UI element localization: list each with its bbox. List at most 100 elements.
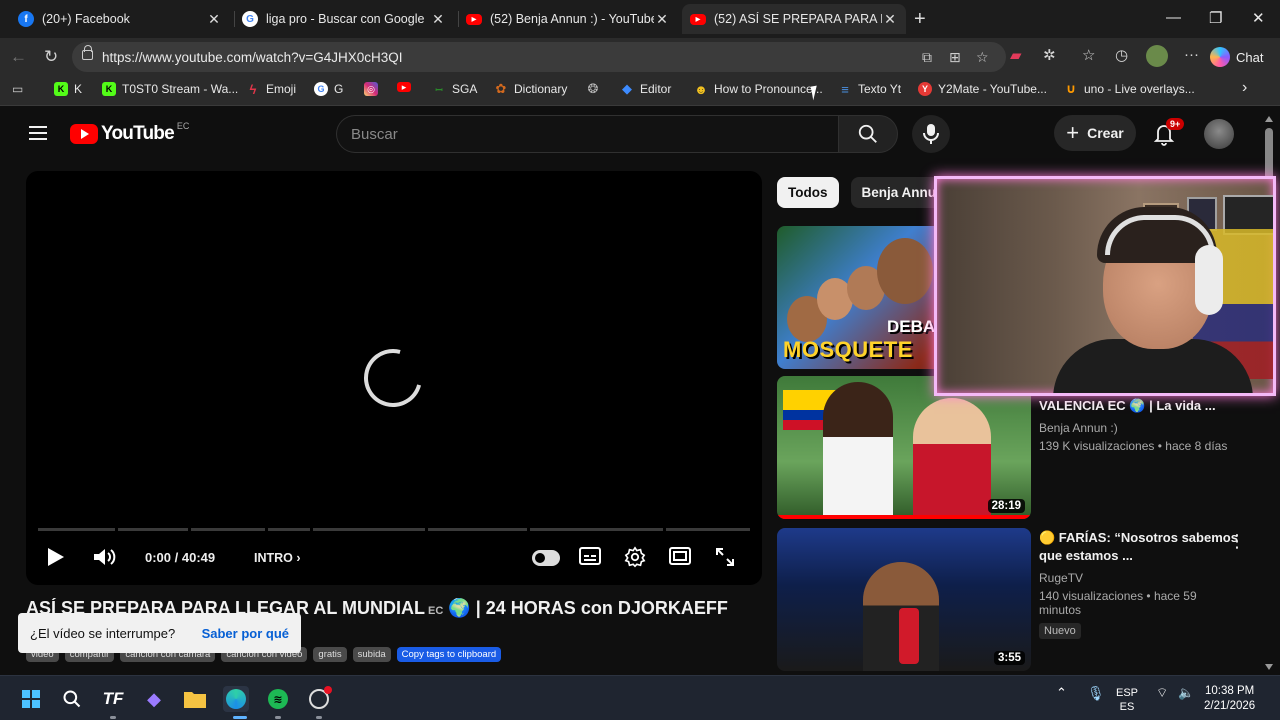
youtube-icon: ▸ bbox=[690, 13, 706, 25]
volume-button[interactable] bbox=[92, 546, 118, 568]
bookmark-texto-yt[interactable]: ≡ Texto Yt bbox=[838, 82, 901, 97]
tab-google-search[interactable]: G liga pro - Buscar con Google ✕ bbox=[234, 4, 454, 34]
more-actions-icon[interactable]: ⋮ bbox=[1228, 531, 1246, 552]
restore-icon[interactable]: ❐ bbox=[1209, 9, 1222, 27]
recommendation-title[interactable]: 🟡 FARÍAS: “Nosotros sabemos que estamos … bbox=[1039, 529, 1239, 565]
search-input[interactable]: Buscar bbox=[336, 115, 838, 153]
bookmark-youtube[interactable]: ▸ bbox=[397, 82, 417, 92]
uno-icon: ∪ bbox=[1065, 81, 1077, 96]
settings-button[interactable] bbox=[624, 546, 646, 568]
recommendation-title[interactable]: VALENCIA EC 🌍 | La vida ... bbox=[1039, 397, 1239, 415]
autoplay-toggle[interactable] bbox=[532, 550, 560, 566]
notification-count-badge: 9+ bbox=[1166, 118, 1185, 130]
obs-icon[interactable] bbox=[306, 686, 332, 712]
new-tab-icon[interactable]: + bbox=[914, 8, 926, 31]
scroll-down-icon[interactable] bbox=[1265, 664, 1273, 670]
bookmark-emoji[interactable]: ϟ Emoji bbox=[246, 82, 296, 97]
close-tab-icon[interactable]: ✕ bbox=[882, 11, 898, 28]
apps-icon[interactable]: ⊞ bbox=[949, 49, 961, 66]
create-button[interactable]: + Crear bbox=[1054, 115, 1136, 151]
tag[interactable]: gratis bbox=[313, 647, 347, 662]
chip-all[interactable]: Todos bbox=[777, 177, 839, 208]
recommendation-thumbnail[interactable]: 28:19 bbox=[777, 376, 1031, 519]
translate-icon[interactable]: ⧉ bbox=[922, 49, 932, 66]
voice-search-button[interactable] bbox=[912, 115, 950, 153]
bookmark-g[interactable]: GG bbox=[314, 82, 343, 96]
tab-youtube-channel[interactable]: ▸ (52) Benja Annun :) - YouTube ✕ bbox=[458, 4, 678, 34]
user-avatar[interactable] bbox=[1204, 119, 1234, 149]
close-window-icon[interactable]: ✕ bbox=[1252, 9, 1265, 27]
show-hidden-icons-icon[interactable]: ⌃ bbox=[1056, 686, 1067, 700]
bookmark-editor[interactable]: ◆ Editor bbox=[620, 81, 671, 96]
subtitles-button[interactable] bbox=[578, 546, 602, 566]
copy-tags-button[interactable]: Copy tags to clipboard bbox=[396, 647, 502, 662]
tf-app-icon[interactable]: TF bbox=[100, 686, 126, 712]
video-player[interactable]: 0:00 / 40:49 INTRO › bbox=[26, 171, 762, 585]
scroll-up-icon[interactable] bbox=[1265, 116, 1273, 122]
globe-icon: 🌍 bbox=[448, 598, 471, 618]
more-menu-icon[interactable]: ··· bbox=[1184, 46, 1199, 63]
recommendation-meta: VALENCIA EC 🌍 | La vida ... Benja Annun … bbox=[1039, 397, 1239, 453]
microphone-tray-icon[interactable]: 🎙 bbox=[1087, 686, 1105, 700]
bookmark-openai[interactable]: ❂ bbox=[586, 81, 606, 96]
theater-icon bbox=[669, 547, 691, 565]
ai-app-icon[interactable]: ◆ bbox=[141, 686, 167, 712]
channel-name[interactable]: RugeTV bbox=[1039, 571, 1239, 585]
bookmark-tosto-stream[interactable]: K T0ST0 Stream - Wa... bbox=[102, 82, 238, 96]
lock-icon bbox=[82, 45, 93, 60]
tab-title: (20+) Facebook bbox=[42, 12, 130, 26]
wifi-icon[interactable]: ⌔ bbox=[1156, 686, 1168, 700]
history-icon[interactable]: ◷ bbox=[1115, 46, 1128, 64]
tag[interactable]: subida bbox=[352, 647, 391, 662]
favorites-icon[interactable]: ☆ bbox=[1082, 46, 1095, 64]
search-icon bbox=[858, 124, 877, 143]
back-icon[interactable]: ← bbox=[10, 47, 27, 67]
learn-why-link[interactable]: Saber por qué bbox=[202, 626, 289, 641]
profile-icon[interactable] bbox=[1146, 45, 1168, 67]
edge-browser-icon[interactable] bbox=[223, 686, 249, 712]
speaker-icon[interactable]: 🔈 bbox=[1178, 686, 1194, 700]
spotify-icon[interactable]: ≋ bbox=[265, 686, 291, 712]
bookmark-how-to-pronounce[interactable]: ☻ How to Pronounce... bbox=[694, 81, 823, 97]
system-clock[interactable]: 10:38 PM 2/21/2026 bbox=[1204, 684, 1255, 714]
minimize-icon[interactable]: — bbox=[1166, 9, 1181, 26]
theater-mode-button[interactable] bbox=[668, 546, 692, 566]
extensions-puzzle-icon[interactable]: ✲ bbox=[1043, 46, 1056, 64]
fullscreen-button[interactable] bbox=[714, 546, 736, 568]
close-tab-icon[interactable]: ✕ bbox=[430, 11, 446, 28]
windows-start-icon[interactable] bbox=[18, 686, 44, 712]
menu-hamburger-icon[interactable] bbox=[29, 126, 47, 140]
pronounce-icon: ☻ bbox=[694, 81, 708, 97]
url-field[interactable]: https://www.youtube.com/watch?v=G4JHX0cH… bbox=[72, 42, 1006, 72]
input-language[interactable]: ESP ES bbox=[1116, 686, 1138, 714]
recommendation-thumbnail[interactable]: 3:55 bbox=[777, 528, 1031, 671]
channel-name[interactable]: Benja Annun :) bbox=[1039, 421, 1239, 435]
chapter-button[interactable]: INTRO › bbox=[254, 551, 301, 565]
search-button[interactable] bbox=[838, 115, 898, 153]
youtube-logo[interactable]: YouTube EC bbox=[70, 121, 189, 145]
tab-youtube-video[interactable]: ▸ (52) ASÍ SE PREPARA PARA LLEGAR ✕ bbox=[682, 4, 906, 34]
bookmark-y2mate[interactable]: Y Y2Mate - YouTube... bbox=[918, 82, 1047, 96]
favorite-star-icon[interactable]: ☆ bbox=[976, 49, 989, 66]
recommendation-meta: 🟡 FARÍAS: “Nosotros sabemos que estamos … bbox=[1039, 529, 1239, 639]
bookmark-k[interactable]: KK bbox=[54, 82, 82, 96]
sidebar-toggle-icon[interactable]: ▭ bbox=[12, 82, 23, 96]
more-bookmarks-chevron-icon[interactable]: › bbox=[1242, 79, 1247, 97]
tab-facebook[interactable]: f (20+) Facebook ✕ bbox=[10, 4, 230, 34]
extension-icon[interactable]: ▰ bbox=[1010, 46, 1022, 64]
search-icon[interactable] bbox=[59, 686, 85, 712]
bookmark-dictionary[interactable]: ✿ Dictionary bbox=[494, 81, 568, 96]
youtube-icon: ▸ bbox=[466, 13, 482, 25]
reload-icon[interactable]: ↻ bbox=[44, 47, 58, 67]
copilot-chat-button[interactable]: Chat bbox=[1210, 42, 1274, 72]
bookmark-sga[interactable]: ꟷ SGA bbox=[432, 82, 477, 96]
bookmark-uno[interactable]: ∪ uno - Live overlays... bbox=[1064, 81, 1195, 96]
bookmark-instagram[interactable]: ◎ bbox=[364, 82, 384, 96]
close-tab-icon[interactable]: ✕ bbox=[206, 11, 222, 28]
progress-bar[interactable] bbox=[38, 528, 751, 531]
youtube-play-logo-icon bbox=[70, 124, 98, 144]
tab-title: (52) Benja Annun :) - YouTube bbox=[490, 12, 654, 26]
file-explorer-icon[interactable] bbox=[182, 686, 208, 712]
close-tab-icon[interactable]: ✕ bbox=[654, 11, 670, 28]
play-button[interactable] bbox=[46, 546, 66, 568]
